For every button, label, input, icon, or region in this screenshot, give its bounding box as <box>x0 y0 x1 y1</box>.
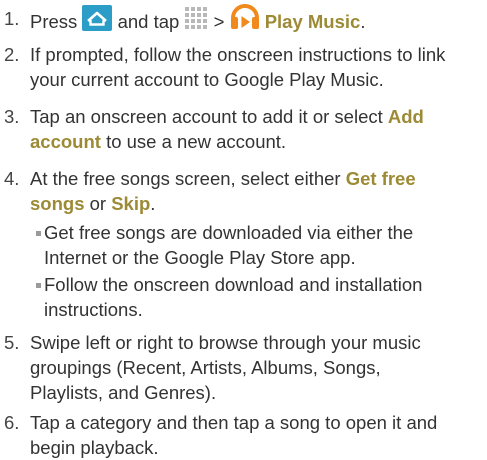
step-line: your current account to Google Play Musi… <box>30 69 384 90</box>
home-icon <box>82 5 113 37</box>
step-text: Press and tap > Play Music. <box>30 4 482 40</box>
step-text-or: or <box>89 193 107 214</box>
step-text: Tap a category and then tap a song to op… <box>30 410 482 460</box>
bullet-text: Get free songs are downloaded via either… <box>44 220 476 270</box>
step-number: 1. <box>4 8 20 29</box>
step-text-period: . <box>150 193 156 214</box>
step-line: Playlists, and Genres). <box>30 382 217 403</box>
step-number: 2. <box>4 44 20 65</box>
step-4: 4. At the free songs screen, select eith… <box>4 166 482 216</box>
get-free-songs-label: songs <box>30 193 85 214</box>
step-number: 4. <box>4 168 20 189</box>
skip-label: Skip <box>111 193 151 214</box>
step-line: Swipe left or right to browse through yo… <box>30 332 421 353</box>
step-number: 3. <box>4 106 20 127</box>
bullet-item: Get free songs are downloaded via either… <box>36 220 476 270</box>
step-text: Tap an onscreen account to add it or sel… <box>30 104 482 154</box>
add-account-label: Add <box>387 106 424 127</box>
bullet-line: instructions. <box>44 299 143 320</box>
step-text-period: . <box>360 10 366 32</box>
step-text-gt: > <box>213 10 225 32</box>
step-5: 5. Swipe left or right to browse through… <box>4 330 482 405</box>
step-text-and-tap: and tap <box>117 10 180 32</box>
step-line: groupings (Recent, Artists, Albums, Song… <box>30 357 381 378</box>
step-number: 6. <box>4 412 20 433</box>
get-free-songs-label: Get free <box>345 168 416 189</box>
step-line: Tap a category and then tap a song to op… <box>30 412 438 433</box>
step-line: begin playback. <box>30 437 159 458</box>
bullet-marker <box>36 231 41 236</box>
bullet-marker <box>36 283 41 288</box>
step-3: 3. Tap an onscreen account to add it or … <box>4 104 482 154</box>
step-text-pre: At the free songs screen, select either <box>30 168 341 189</box>
step-text-pre: Tap an onscreen account to add it or sel… <box>30 106 383 127</box>
step-text: At the free songs screen, select either … <box>30 166 482 216</box>
play-music-label: Play Music <box>264 10 361 32</box>
bullet-line: Internet or the Google Play Store app. <box>44 247 356 268</box>
step-1: 1. Press and tap > Play Music. <box>4 4 482 40</box>
step-text-post: to use a new account. <box>106 131 287 152</box>
play-music-icon <box>230 4 260 38</box>
step-text: If prompted, follow the onscreen instruc… <box>30 42 482 92</box>
bullet-text: Follow the onscreen download and install… <box>44 272 476 322</box>
step-text: Swipe left or right to browse through yo… <box>30 330 482 405</box>
bullet-line: Get free songs are downloaded via either… <box>44 222 414 243</box>
step-number: 5. <box>4 332 20 353</box>
step-6: 6. Tap a category and then tap a song to… <box>4 410 482 460</box>
bullet-line: Follow the onscreen download and install… <box>44 274 423 295</box>
step-line: If prompted, follow the onscreen instruc… <box>30 44 446 65</box>
step-2: 2. If prompted, follow the onscreen inst… <box>4 42 482 92</box>
apps-grid-icon <box>184 6 208 36</box>
bullet-item: Follow the onscreen download and install… <box>36 272 476 322</box>
step-text-press: Press <box>30 10 78 32</box>
add-account-label: account <box>30 131 101 152</box>
